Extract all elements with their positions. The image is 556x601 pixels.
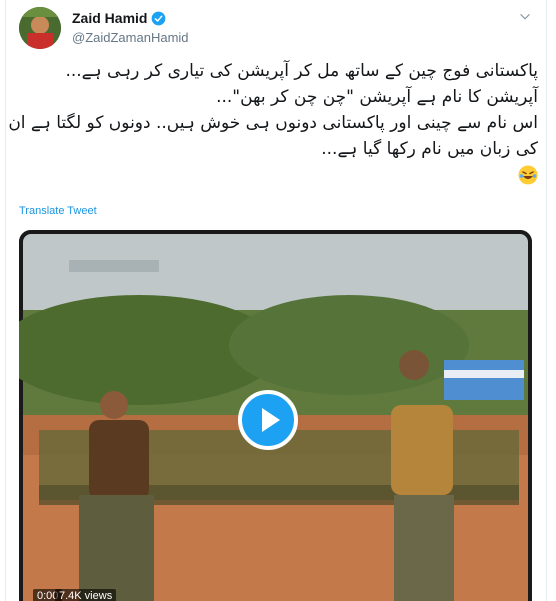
tweet-line: کی زبان میں نام رکھا گیا ہے... [321, 139, 538, 159]
emoji-line [24, 162, 538, 188]
translate-tweet-link[interactable]: Translate Tweet [19, 205, 97, 217]
rolling-laughing-emoji [518, 165, 538, 185]
verified-badge-icon [152, 11, 166, 25]
avatar-image [19, 7, 61, 49]
video-views: 7.4K views [55, 589, 117, 601]
tweet-line: اس نام سے چینی اور پاکستانی دونوں ہی خوش… [8, 113, 538, 133]
tweet-text: پاکستانی فوج چین کے ساتھ مل کر آپریشن کی… [8, 58, 538, 188]
display-name[interactable]: Zaid Hamid [72, 10, 147, 26]
name-row: Zaid Hamid [72, 10, 166, 26]
chevron-down-icon[interactable] [518, 10, 532, 24]
play-icon [262, 408, 280, 432]
user-handle[interactable]: @ZaidZamanHamid [72, 30, 189, 45]
avatar[interactable] [19, 7, 61, 49]
tweet-line: پاکستانی فوج چین کے ساتھ مل کر آپریشن کی… [65, 61, 538, 81]
tweet-line: آپریشن کا نام ہے آپریشن "چن چن کر بھن"..… [216, 87, 538, 107]
tweet-card: Zaid Hamid @ZaidZamanHamid پاکستانی فوج … [5, 0, 547, 601]
play-button[interactable] [238, 390, 298, 450]
video-player[interactable]: 0:00 7.4K views [19, 230, 532, 601]
